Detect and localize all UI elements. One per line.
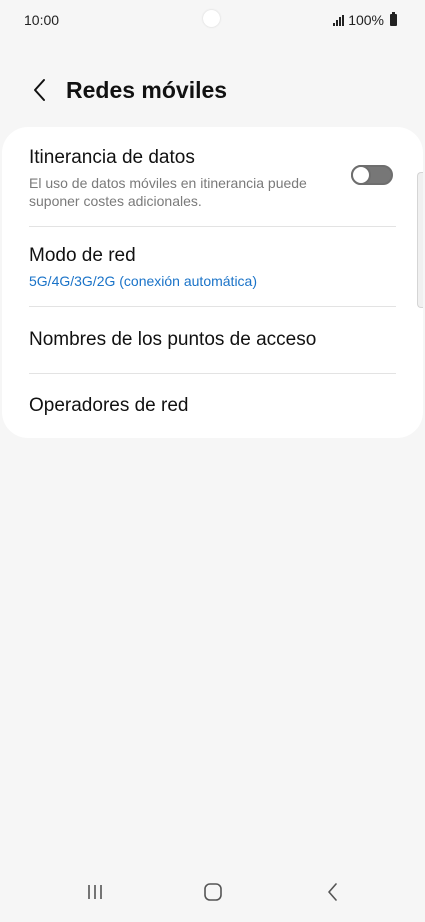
home-button[interactable] bbox=[193, 876, 233, 908]
roaming-setting-row[interactable]: Itinerancia de datos El uso de datos móv… bbox=[29, 147, 333, 210]
recents-icon bbox=[88, 885, 102, 899]
roaming-toggle[interactable] bbox=[351, 165, 393, 185]
navigation-bar bbox=[0, 862, 425, 922]
back-icon bbox=[328, 883, 337, 901]
back-nav-button[interactable] bbox=[313, 876, 353, 908]
signal-icon bbox=[333, 14, 345, 26]
network-mode-title: Modo de red bbox=[29, 245, 136, 266]
toggle-knob bbox=[351, 165, 371, 185]
apn-row[interactable]: Nombres de los puntos de acceso bbox=[29, 329, 396, 351]
divider bbox=[29, 373, 396, 374]
chevron-left-icon bbox=[34, 79, 45, 101]
camera-cutout bbox=[203, 10, 220, 27]
settings-card: Itinerancia de datos El uso de datos móv… bbox=[2, 127, 423, 438]
network-operators-row[interactable]: Operadores de red bbox=[29, 395, 396, 417]
page-title: Redes móviles bbox=[66, 76, 228, 103]
roaming-subtitle: El uso de datos móviles en itinerancia p… bbox=[29, 175, 307, 209]
divider bbox=[29, 306, 396, 307]
scrollbar[interactable] bbox=[417, 172, 423, 308]
home-icon bbox=[204, 883, 222, 901]
status-bar: 10:00 100% bbox=[0, 0, 425, 40]
recents-button[interactable] bbox=[75, 876, 115, 908]
apn-title: Nombres de los puntos de acceso bbox=[29, 329, 317, 350]
status-time: 10:00 bbox=[24, 12, 60, 28]
battery-level: 100% bbox=[348, 12, 384, 28]
app-header: Redes móviles bbox=[0, 66, 425, 114]
roaming-title: Itinerancia de datos bbox=[29, 147, 195, 168]
network-mode-row[interactable]: Modo de red 5G/4G/3G/2G (conexión automá… bbox=[29, 245, 396, 290]
network-mode-value: 5G/4G/3G/2G (conexión automática) bbox=[29, 273, 257, 289]
battery-icon bbox=[390, 12, 397, 26]
back-button[interactable] bbox=[20, 70, 60, 110]
network-operators-title: Operadores de red bbox=[29, 395, 189, 416]
divider bbox=[29, 226, 396, 227]
status-indicators: 100% bbox=[333, 12, 397, 28]
